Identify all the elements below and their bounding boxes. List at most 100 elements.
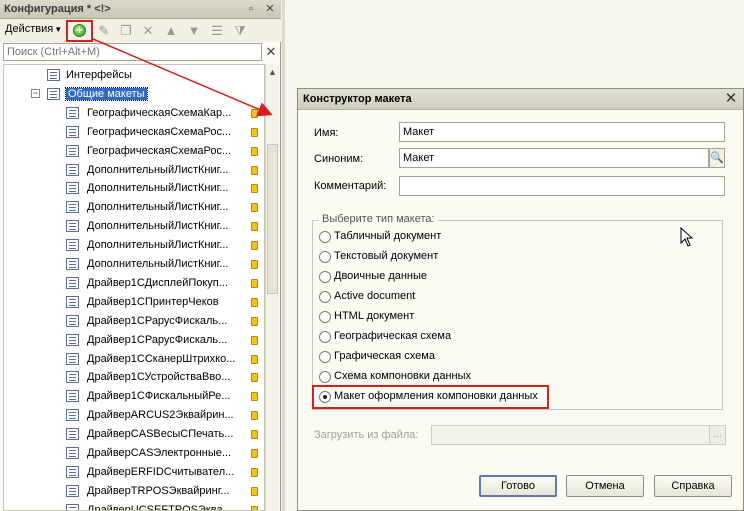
tree-group-row[interactable]: − Общие макеты xyxy=(4,85,264,104)
pin-icon[interactable]: ▫ xyxy=(245,3,257,15)
delete-icon[interactable]: ✕ xyxy=(140,23,156,39)
dialog-title-bar: Конструктор макета ✕ xyxy=(298,89,743,110)
tree-item-row[interactable]: Драйвер1ССканерШтрихко... xyxy=(4,350,264,369)
tree-item-row[interactable]: ГеографическаяСхемаРос... xyxy=(4,123,264,142)
properties-icon[interactable]: ☰ xyxy=(209,23,225,39)
tree-item-row[interactable]: ДрайверCASЭлектронные... xyxy=(4,444,264,463)
move-down-icon[interactable]: ▼ xyxy=(186,23,202,39)
filter-icon[interactable]: ⧩ xyxy=(232,23,248,39)
scroll-thumb[interactable] xyxy=(267,144,278,294)
option-label: Текстовый документ xyxy=(334,250,439,262)
comment-label: Комментарий: xyxy=(314,180,387,192)
synonym-field[interactable] xyxy=(399,148,709,168)
document-icon xyxy=(66,484,79,497)
tree-item-row[interactable]: Драйвер1СРарусФискаль... xyxy=(4,312,264,331)
radio-button[interactable] xyxy=(319,351,331,363)
tree-item-label: ДополнительныйЛистКниг... xyxy=(87,220,229,233)
configuration-title-bar: Конфигурация * <!> ▫ ✕ xyxy=(0,0,281,19)
radio-button[interactable] xyxy=(319,311,331,323)
lock-icon xyxy=(251,411,258,421)
synonym-search-icon[interactable]: 🔍 xyxy=(709,148,725,168)
help-button[interactable]: Справка xyxy=(654,475,732,497)
radio-button[interactable] xyxy=(319,251,331,263)
tree-item-label: ДрайверERFIDСчитывател... xyxy=(87,465,235,478)
layout-type-option[interactable]: Active document xyxy=(319,289,559,305)
tree-item-row[interactable]: ДрайверERFIDСчитывател... xyxy=(4,463,264,482)
radio-button[interactable] xyxy=(319,371,331,383)
tree-item-row[interactable]: Драйвер1СФискальныйРе... xyxy=(4,387,264,406)
document-icon xyxy=(66,428,79,441)
dropdown-arrow-icon: ▼ xyxy=(54,25,63,34)
tree-item-row[interactable]: ДрайверCASВесыСПечать... xyxy=(4,425,264,444)
tree-item-label: Драйвер1СПринтерЧеков xyxy=(87,295,219,308)
tree-item-row[interactable]: ДополнительныйЛистКниг... xyxy=(4,255,264,274)
lock-icon xyxy=(251,392,258,402)
cancel-button[interactable]: Отмена xyxy=(566,475,644,497)
tree-item-row[interactable]: ДрайверTRPOSЭквайринг... xyxy=(4,482,264,501)
collapse-icon[interactable]: − xyxy=(31,88,40,98)
name-field[interactable] xyxy=(399,122,725,142)
actions-menu[interactable]: Действия▼ xyxy=(5,23,62,35)
edit-icon[interactable]: ✎ xyxy=(96,23,112,39)
dialog-close-icon[interactable]: ✕ xyxy=(723,91,739,107)
document-icon xyxy=(66,182,79,195)
search-input[interactable] xyxy=(4,44,261,60)
lock-icon xyxy=(251,203,258,213)
layout-type-option[interactable]: Текстовый документ xyxy=(319,249,559,265)
tree-item-label: Общие макеты xyxy=(65,86,148,101)
tree-item-row[interactable]: ГеографическаяСхемаКар... xyxy=(4,104,264,123)
document-icon xyxy=(66,333,79,346)
add-button[interactable]: + xyxy=(66,20,93,42)
tree-item-label: Драйвер1СФискальныйРе... xyxy=(87,390,231,403)
close-icon[interactable]: ✕ xyxy=(264,3,276,15)
radio-button[interactable] xyxy=(319,331,331,343)
radio-button[interactable] xyxy=(319,231,331,243)
move-up-icon[interactable]: ▲ xyxy=(163,23,179,39)
finish-button[interactable]: Готово xyxy=(479,475,557,497)
layout-type-option[interactable]: HTML документ xyxy=(319,309,559,325)
tree-item-row[interactable]: ДополнительныйЛистКниг... xyxy=(4,217,264,236)
lock-icon xyxy=(251,278,258,288)
layout-type-option[interactable]: Двоичные данные xyxy=(319,269,559,285)
comment-field[interactable] xyxy=(399,176,725,196)
document-icon xyxy=(66,447,79,459)
name-label: Имя: xyxy=(314,127,339,139)
tree-item-label: ДополнительныйЛистКниг... xyxy=(87,201,229,214)
tree-item-label: ДрайверCASВесыСПечать... xyxy=(87,428,234,441)
tree-item-label: ДрайверCASЭлектронные... xyxy=(87,447,232,459)
document-icon xyxy=(66,503,79,510)
tree-item-row[interactable]: Драйвер1СПринтерЧеков xyxy=(4,293,264,312)
search-row: ✕ xyxy=(0,42,281,62)
tree-group-row[interactable]: Интерфейсы xyxy=(4,66,264,85)
tree-item-row[interactable]: ДрайверARCUS2Эквайрин... xyxy=(4,406,264,425)
tree-item-label: ГеографическаяСхемаКар... xyxy=(87,106,232,119)
tree-item-row[interactable]: ДополнительныйЛистКниг... xyxy=(4,236,264,255)
layout-type-option[interactable]: Графическая схема xyxy=(319,349,559,365)
add-icon: + xyxy=(73,24,86,37)
layout-type-option[interactable]: Географическая схема xyxy=(319,329,559,345)
tree-item-row[interactable]: Драйвер1СРарусФискаль... xyxy=(4,331,264,350)
tree-item-row[interactable]: ДрайверUCSEFTPOSЭква... xyxy=(4,501,264,511)
copy-icon[interactable]: ❐ xyxy=(118,23,134,39)
tree-item-row[interactable]: Драйвер1СУстройстваВво... xyxy=(4,368,264,387)
tree-item-row[interactable]: Драйвер1СДисплейПокуп... xyxy=(4,274,264,293)
layout-type-option[interactable]: Схема компоновки данных xyxy=(319,369,559,385)
lock-icon xyxy=(251,505,258,510)
clear-search-icon[interactable]: ✕ xyxy=(264,44,278,60)
tree-item-row[interactable]: ДополнительныйЛистКниг... xyxy=(4,161,264,180)
tree-item-row[interactable]: ГеографическаяСхемаРос... xyxy=(4,142,264,161)
radio-button[interactable] xyxy=(319,271,331,283)
tree-item-label: Драйвер1СУстройстваВво... xyxy=(87,371,231,384)
scroll-up-icon[interactable]: ▲ xyxy=(266,64,279,80)
tree-item-row[interactable]: ДополнительныйЛистКниг... xyxy=(4,179,264,198)
option-label: Графическая схема xyxy=(334,350,435,362)
tree-item-row[interactable]: ДополнительныйЛистКниг... xyxy=(4,198,264,217)
radio-button[interactable] xyxy=(319,291,331,303)
document-icon xyxy=(66,276,79,289)
synonym-label: Синоним: xyxy=(314,153,364,165)
layout-type-group-label: Выберите тип макета: xyxy=(319,213,438,225)
tree-item-label: ДрайверUCSEFTPOSЭква... xyxy=(87,503,232,511)
tree-scrollbar[interactable]: ▲ xyxy=(265,64,279,511)
tree-item-label: Драйвер1СРарусФискаль... xyxy=(87,333,228,346)
layout-type-option[interactable]: Табличный документ xyxy=(319,229,559,245)
